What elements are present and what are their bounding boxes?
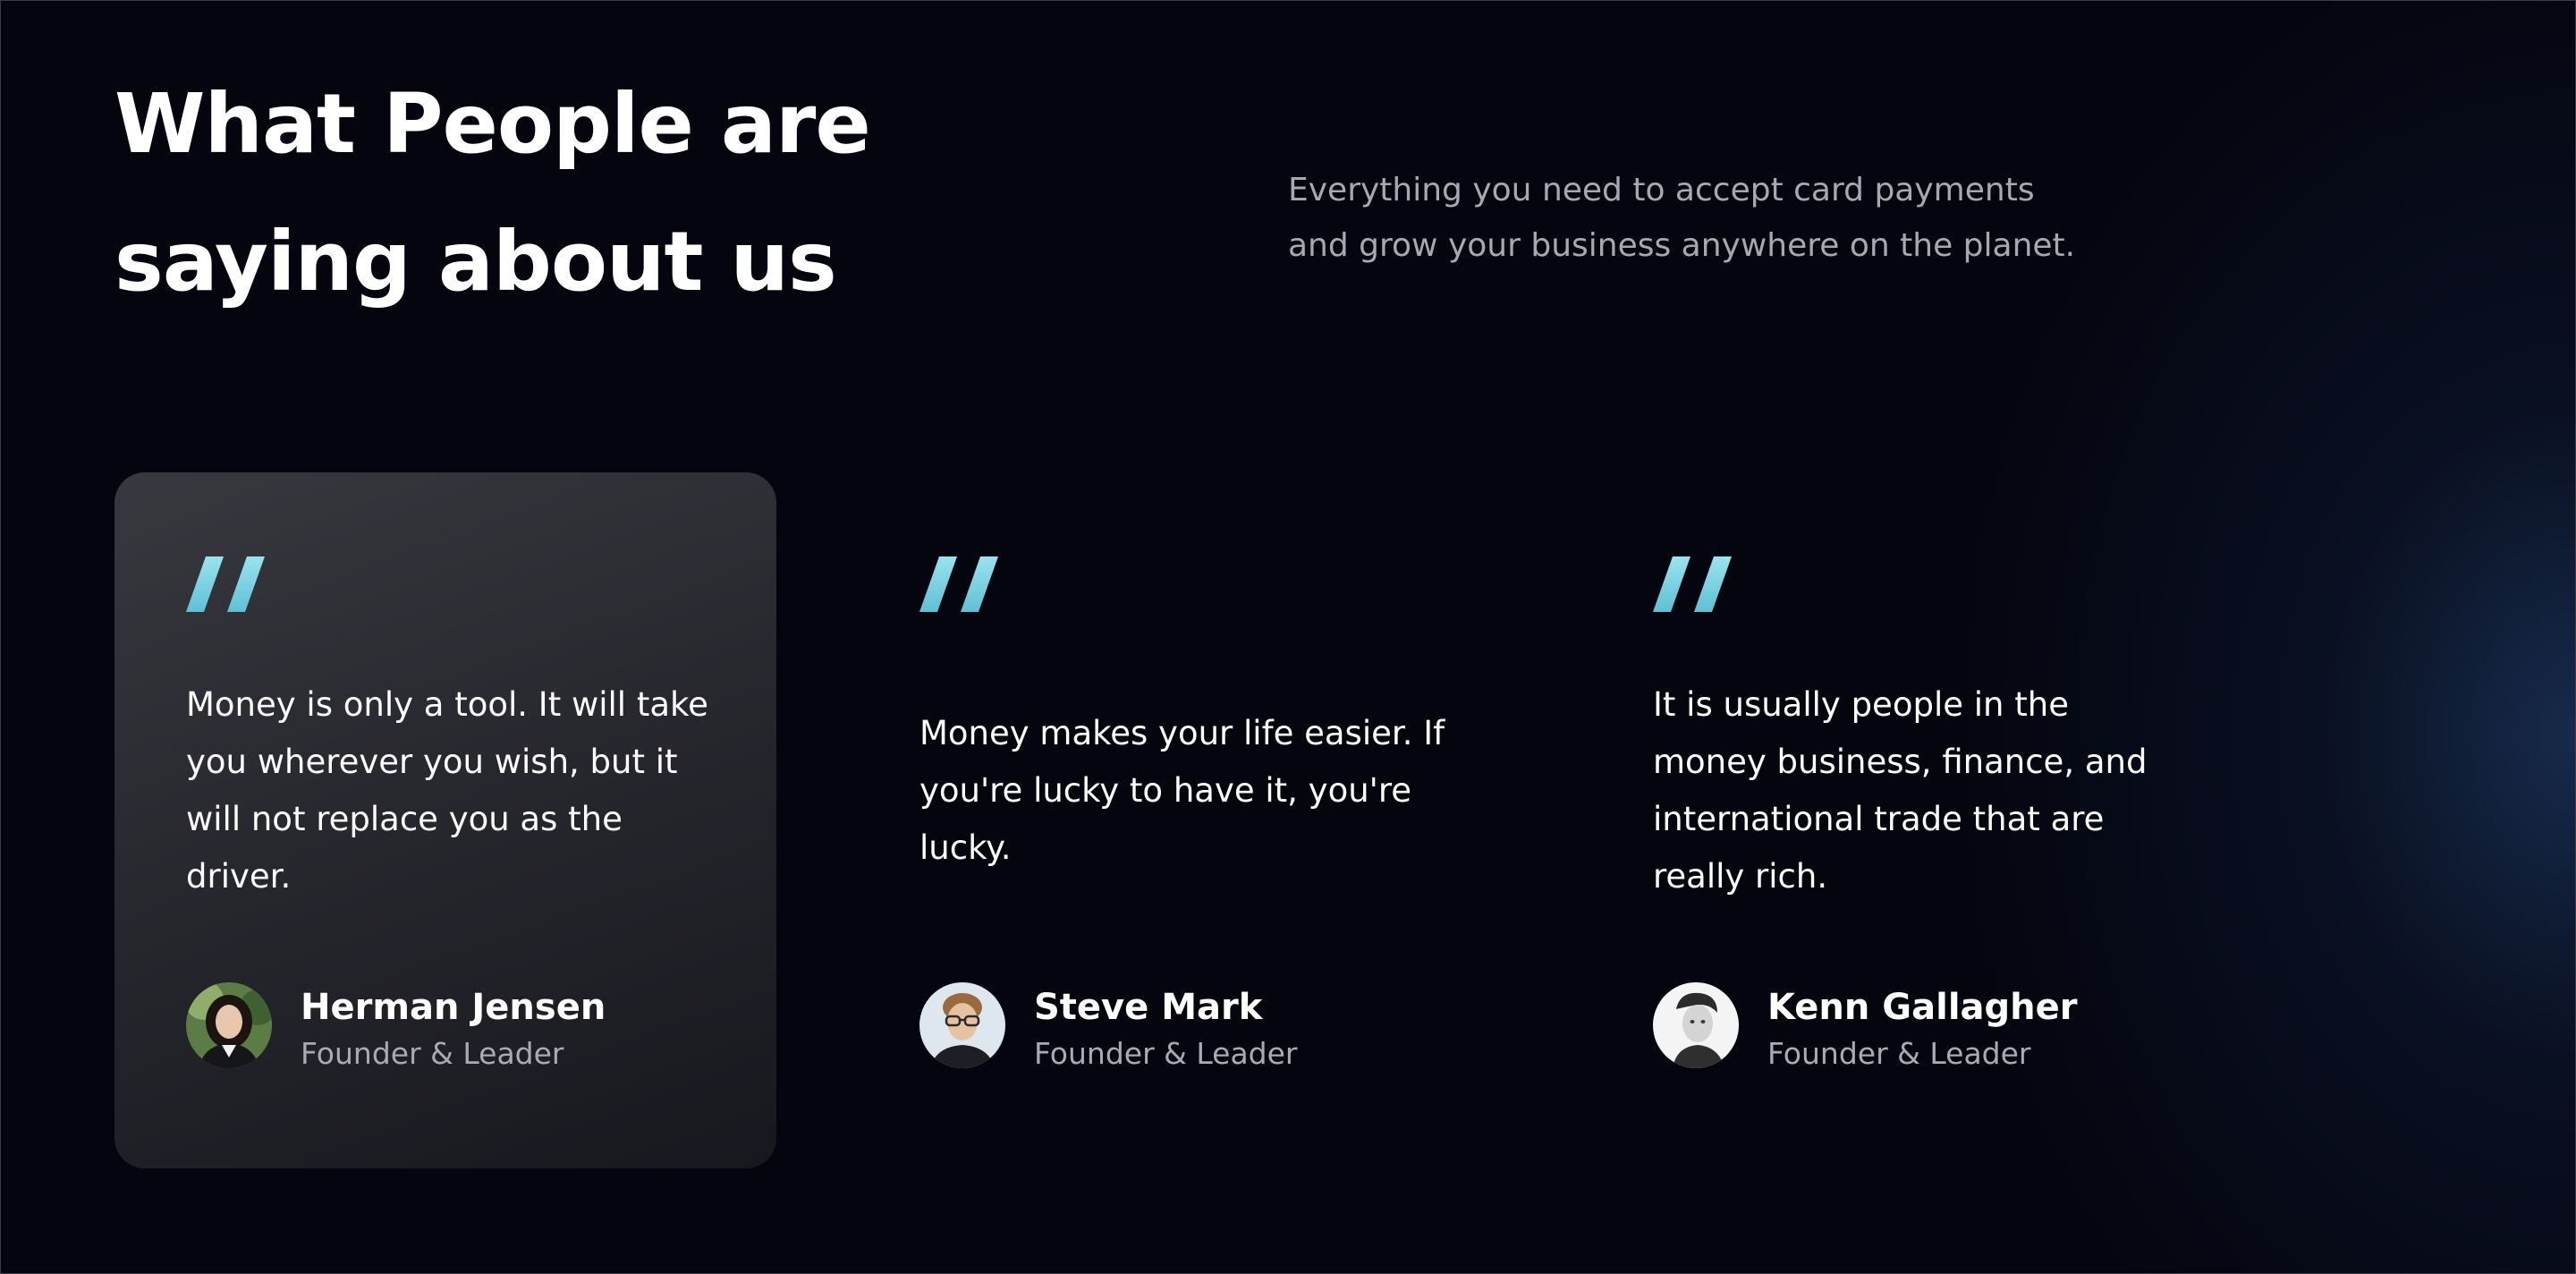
section-heading: What People are saying about us xyxy=(114,55,1098,331)
quote-icon xyxy=(919,556,1000,612)
quote-icon xyxy=(186,556,267,612)
heading-line-2: saying about us xyxy=(114,214,837,310)
author-name: Steve Mark xyxy=(1034,987,1263,1028)
testimonial-author: Kenn Gallagher Founder & Leader xyxy=(1653,982,2207,1072)
section-subtitle: Everything you need to accept card payme… xyxy=(1288,163,2182,274)
author-role: Founder & Leader xyxy=(1767,1036,2031,1071)
testimonial-quote: Money is only a tool. It will take you w… xyxy=(186,685,708,896)
author-role: Founder & Leader xyxy=(301,1036,564,1071)
testimonial-quote: It is usually people in the money busine… xyxy=(1653,685,2148,896)
author-name: Kenn Gallagher xyxy=(1767,987,2078,1028)
heading-line-1: What People are xyxy=(114,76,871,172)
testimonial-card-herman-jensen[interactable]: Money is only a tool. It will take you w… xyxy=(114,472,776,1168)
author-role: Founder & Leader xyxy=(1034,1036,1298,1071)
avatar xyxy=(186,982,272,1068)
quote-icon xyxy=(1653,556,1733,612)
avatar xyxy=(1653,982,1739,1068)
author-name: Herman Jensen xyxy=(301,987,606,1028)
subtitle-line-2: and grow your business anywhere on the p… xyxy=(1288,227,2076,264)
testimonial-author: Herman Jensen Founder & Leader xyxy=(186,982,741,1072)
testimonial-card-kenn-gallagher[interactable]: It is usually people in the money busine… xyxy=(1581,472,2243,1168)
testimonial-author: Steve Mark Founder & Leader xyxy=(919,982,1474,1072)
subtitle-line-1: Everything you need to accept card payme… xyxy=(1288,172,2035,208)
testimonial-card-steve-mark[interactable]: Money makes your life easier. If you're … xyxy=(848,472,1510,1168)
avatar xyxy=(919,982,1005,1068)
testimonial-quote: Money makes your life easier. If you're … xyxy=(919,714,1445,867)
